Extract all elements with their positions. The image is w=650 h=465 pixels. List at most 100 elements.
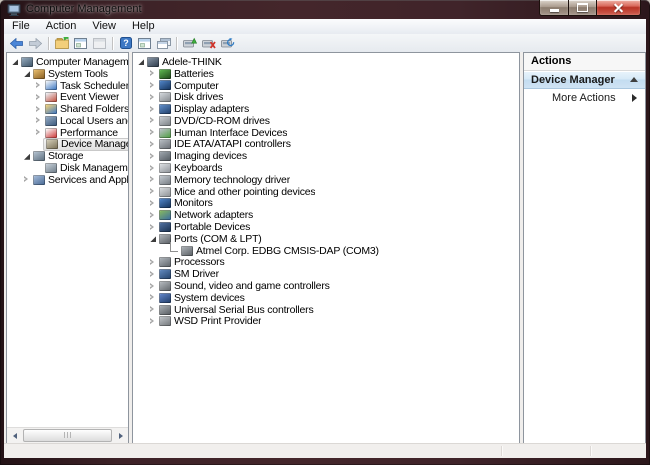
console-item-local-users-and-groups[interactable]: Local Users and Groups <box>7 115 128 127</box>
expand-arrow-icon[interactable] <box>148 211 158 220</box>
uninstall-device-button[interactable] <box>199 35 218 51</box>
expand-arrow-icon[interactable] <box>148 81 158 90</box>
device-item-imaging-devices[interactable]: Imaging devices <box>133 150 519 162</box>
expand-arrow-icon[interactable] <box>148 282 158 291</box>
display-adapter-icon <box>159 104 171 114</box>
collapse-arrow-icon[interactable] <box>10 57 20 66</box>
console-item-disk-management[interactable]: Disk Management <box>7 162 128 174</box>
device-scan-icon <box>221 37 235 49</box>
expand-arrow-icon[interactable] <box>148 305 158 314</box>
expand-arrow-icon[interactable] <box>148 93 158 102</box>
device-item-network-adapters[interactable]: Network adapters <box>133 209 519 221</box>
device-item-wsd-print-provider[interactable]: WSD Print Provider <box>133 316 519 328</box>
expand-arrow-icon[interactable] <box>148 69 158 78</box>
menu-file[interactable]: File <box>4 19 38 34</box>
expand-arrow-icon[interactable] <box>34 81 44 90</box>
device-item-batteries[interactable]: Batteries <box>133 68 519 80</box>
device-item-disk-drives[interactable]: Disk drives <box>133 91 519 103</box>
expand-arrow-icon[interactable] <box>148 317 158 326</box>
actions-group-device-manager[interactable]: Device Manager <box>524 71 645 89</box>
more-actions-item[interactable]: More Actions <box>524 89 645 106</box>
device-item-dvd-cd-rom-drives[interactable]: DVD/CD-ROM drives <box>133 115 519 127</box>
expand-arrow-icon[interactable] <box>148 223 158 232</box>
device-item-processors[interactable]: Processors <box>133 257 519 269</box>
console-item-performance[interactable]: Performance <box>7 127 128 139</box>
device-update-icon <box>183 37 197 49</box>
device-item-universal-serial-bus-controllers[interactable]: Universal Serial Bus controllers <box>133 304 519 316</box>
expand-arrow-icon[interactable] <box>148 164 158 173</box>
device-item-sm-driver[interactable]: SM Driver <box>133 268 519 280</box>
expand-arrow-icon[interactable] <box>148 152 158 161</box>
expand-arrow-icon[interactable] <box>148 199 158 208</box>
export-list-button[interactable] <box>52 35 71 51</box>
horizontal-scrollbar[interactable] <box>7 427 128 443</box>
update-driver-button[interactable] <box>180 35 199 51</box>
menu-action[interactable]: Action <box>38 19 85 34</box>
expand-arrow-icon[interactable] <box>148 187 158 196</box>
expand-arrow-icon[interactable] <box>148 293 158 302</box>
cascade-windows-button[interactable] <box>154 35 173 51</box>
show-hide-action-pane-button[interactable] <box>135 35 154 51</box>
expand-arrow-icon[interactable] <box>34 105 44 114</box>
expand-arrow-icon[interactable] <box>34 128 44 137</box>
expand-arrow-icon[interactable] <box>34 116 44 125</box>
help-button[interactable]: ? <box>116 35 135 51</box>
forward-button[interactable] <box>26 35 45 51</box>
menu-view[interactable]: View <box>84 19 124 34</box>
expand-arrow-icon[interactable] <box>22 175 32 184</box>
device-item-adele-think[interactable]: Adele-THINK <box>133 56 519 68</box>
show-window-button[interactable] <box>90 35 109 51</box>
collapse-icon[interactable] <box>630 77 638 82</box>
device-item-atmel-corp-edbg-cmsis-dap-com3[interactable]: Atmel Corp. EDBG CMSIS-DAP (COM3) <box>133 245 519 257</box>
expand-arrow-icon[interactable] <box>34 93 44 102</box>
console-item-task-scheduler[interactable]: Task Scheduler <box>7 80 128 92</box>
device-item-ide-ata-atapi-controllers[interactable]: IDE ATA/ATAPI controllers <box>133 139 519 151</box>
device-item-keyboards[interactable]: Keyboards <box>133 162 519 174</box>
expand-arrow-icon[interactable] <box>148 116 158 125</box>
toolbar-separator <box>48 37 49 50</box>
minimize-button[interactable] <box>539 0 568 16</box>
console-item-device-manager[interactable]: Device Manager <box>7 139 128 151</box>
device-item-portable-devices[interactable]: Portable Devices <box>133 221 519 233</box>
expand-arrow-icon[interactable] <box>148 105 158 114</box>
console-item-computer-management-local[interactable]: Computer Management (Local <box>7 56 128 68</box>
toolbar-separator <box>112 37 113 50</box>
maximize-button[interactable] <box>568 0 597 16</box>
menu-help[interactable]: Help <box>124 19 163 34</box>
tree-item-label: Universal Serial Bus controllers <box>174 304 314 316</box>
titlebar[interactable]: Computer Management <box>0 0 650 19</box>
close-button[interactable] <box>597 0 641 16</box>
device-item-human-interface-devices[interactable]: Human Interface Devices <box>133 127 519 139</box>
device-item-memory-technology-driver[interactable]: Memory technology driver <box>133 174 519 186</box>
device-item-system-devices[interactable]: System devices <box>133 292 519 304</box>
show-hide-console-tree-button[interactable] <box>71 35 90 51</box>
device-item-ports-com-lpt[interactable]: Ports (COM & LPT) <box>133 233 519 245</box>
device-item-monitors[interactable]: Monitors <box>133 198 519 210</box>
device-item-display-adapters[interactable]: Display adapters <box>133 103 519 115</box>
monitor-icon <box>159 80 171 90</box>
device-item-sound-video-and-game-controllers[interactable]: Sound, video and game controllers <box>133 280 519 292</box>
scan-hardware-changes-button[interactable] <box>218 35 237 51</box>
collapse-arrow-icon[interactable] <box>22 69 32 78</box>
collapse-arrow-icon[interactable] <box>22 152 32 161</box>
expand-arrow-icon[interactable] <box>148 175 158 184</box>
expand-arrow-icon[interactable] <box>148 128 158 137</box>
console-item-services-and-applications[interactable]: Services and Applications <box>7 174 128 186</box>
console-item-system-tools[interactable]: System Tools <box>7 68 128 80</box>
device-item-computer[interactable]: Computer <box>133 80 519 92</box>
console-item-event-viewer[interactable]: Event Viewer <box>7 91 128 103</box>
console-item-storage[interactable]: Storage <box>7 150 128 162</box>
scroll-left-button[interactable] <box>7 429 22 443</box>
performance-icon <box>45 128 57 138</box>
device-item-mice-and-other-pointing-devices[interactable]: Mice and other pointing devices <box>133 186 519 198</box>
collapse-arrow-icon[interactable] <box>136 57 146 66</box>
back-button[interactable] <box>7 35 26 51</box>
expand-arrow-icon[interactable] <box>148 140 158 149</box>
scroll-right-button[interactable] <box>113 429 128 443</box>
computer-icon <box>147 57 159 67</box>
expand-arrow-icon[interactable] <box>148 270 158 279</box>
collapse-arrow-icon[interactable] <box>148 234 158 243</box>
console-item-shared-folders[interactable]: Shared Folders <box>7 103 128 115</box>
scrollbar-thumb[interactable] <box>23 429 112 442</box>
expand-arrow-icon[interactable] <box>148 258 158 267</box>
